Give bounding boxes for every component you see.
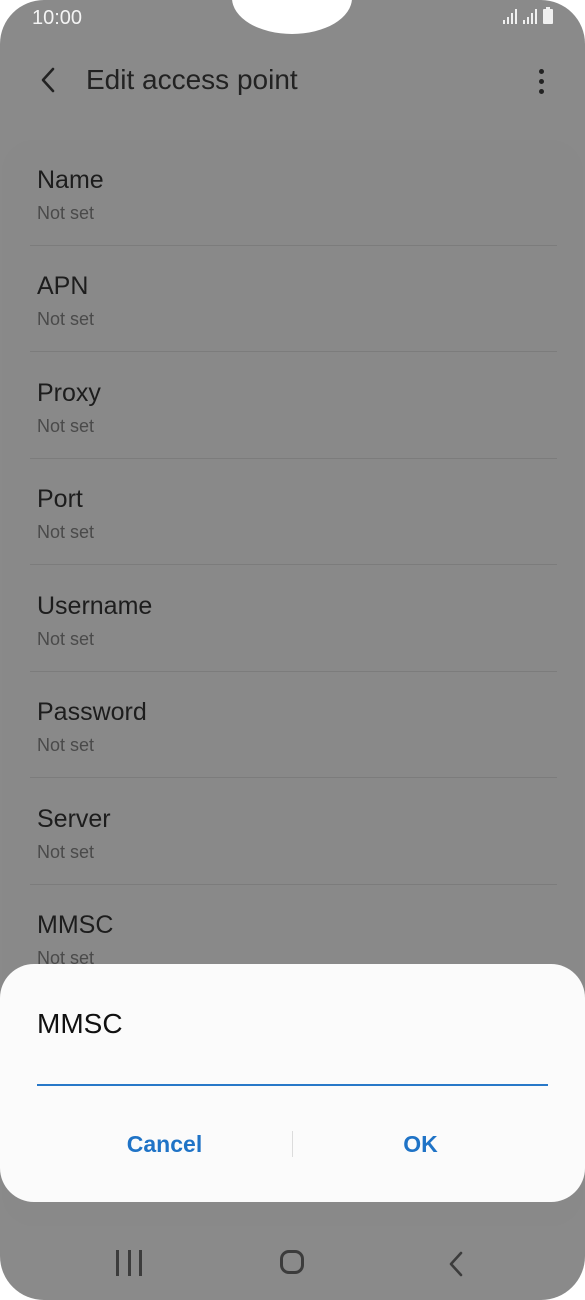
dialog-actions: Cancel OK — [37, 1122, 548, 1166]
setting-item-username[interactable]: Username Not set — [30, 566, 557, 672]
setting-label: Username — [37, 592, 153, 620]
setting-value: Not set — [37, 203, 95, 223]
setting-value: Not set — [37, 735, 95, 755]
setting-label: APN — [37, 272, 89, 300]
setting-label: Port — [37, 485, 83, 513]
signal-icon — [503, 9, 517, 24]
mmsc-input[interactable] — [37, 1054, 548, 1086]
app-bar: Edit access point — [0, 52, 585, 110]
status-time: 10:00 — [32, 7, 83, 29]
setting-item-password[interactable]: Password Not set — [30, 672, 557, 778]
setting-item-apn[interactable]: APN Not set — [30, 246, 557, 352]
more-vertical-icon — [538, 68, 544, 94]
back-button[interactable] — [30, 58, 66, 102]
recents-icon[interactable] — [116, 1250, 142, 1276]
back-icon[interactable] — [444, 1248, 468, 1280]
page-title: Edit access point — [86, 64, 298, 95]
home-icon[interactable] — [280, 1250, 304, 1274]
mmsc-dialog: MMSC Cancel OK — [0, 964, 585, 1202]
ok-button[interactable]: OK — [293, 1122, 548, 1166]
phone-screen: 10:00 Edit access point Name Not set APN… — [0, 0, 585, 1300]
dialog-title: MMSC — [37, 1008, 123, 1039]
setting-value: Not set — [37, 629, 95, 649]
setting-label: Password — [37, 698, 147, 726]
setting-value: Not set — [37, 309, 95, 329]
divider — [30, 564, 557, 565]
setting-label: MMSC — [37, 911, 114, 939]
setting-label: Server — [37, 805, 111, 833]
setting-value: Not set — [37, 522, 95, 542]
setting-value: Not set — [37, 416, 95, 436]
navigation-bar — [0, 1236, 585, 1292]
setting-label: Proxy — [37, 379, 101, 407]
status-bar: 10:00 — [0, 0, 585, 38]
setting-item-proxy[interactable]: Proxy Not set — [30, 353, 557, 459]
cancel-button[interactable]: Cancel — [37, 1122, 292, 1166]
chevron-left-icon — [41, 67, 55, 93]
battery-icon — [543, 7, 553, 24]
divider — [30, 777, 557, 778]
setting-item-name[interactable]: Name Not set — [30, 140, 557, 246]
setting-value: Not set — [37, 842, 95, 862]
setting-item-port[interactable]: Port Not set — [30, 459, 557, 565]
setting-label: Name — [37, 166, 104, 194]
signal-icon — [523, 9, 537, 24]
status-icons — [503, 7, 553, 24]
divider — [30, 351, 557, 352]
setting-item-server[interactable]: Server Not set — [30, 779, 557, 885]
more-options-button[interactable] — [529, 64, 553, 98]
